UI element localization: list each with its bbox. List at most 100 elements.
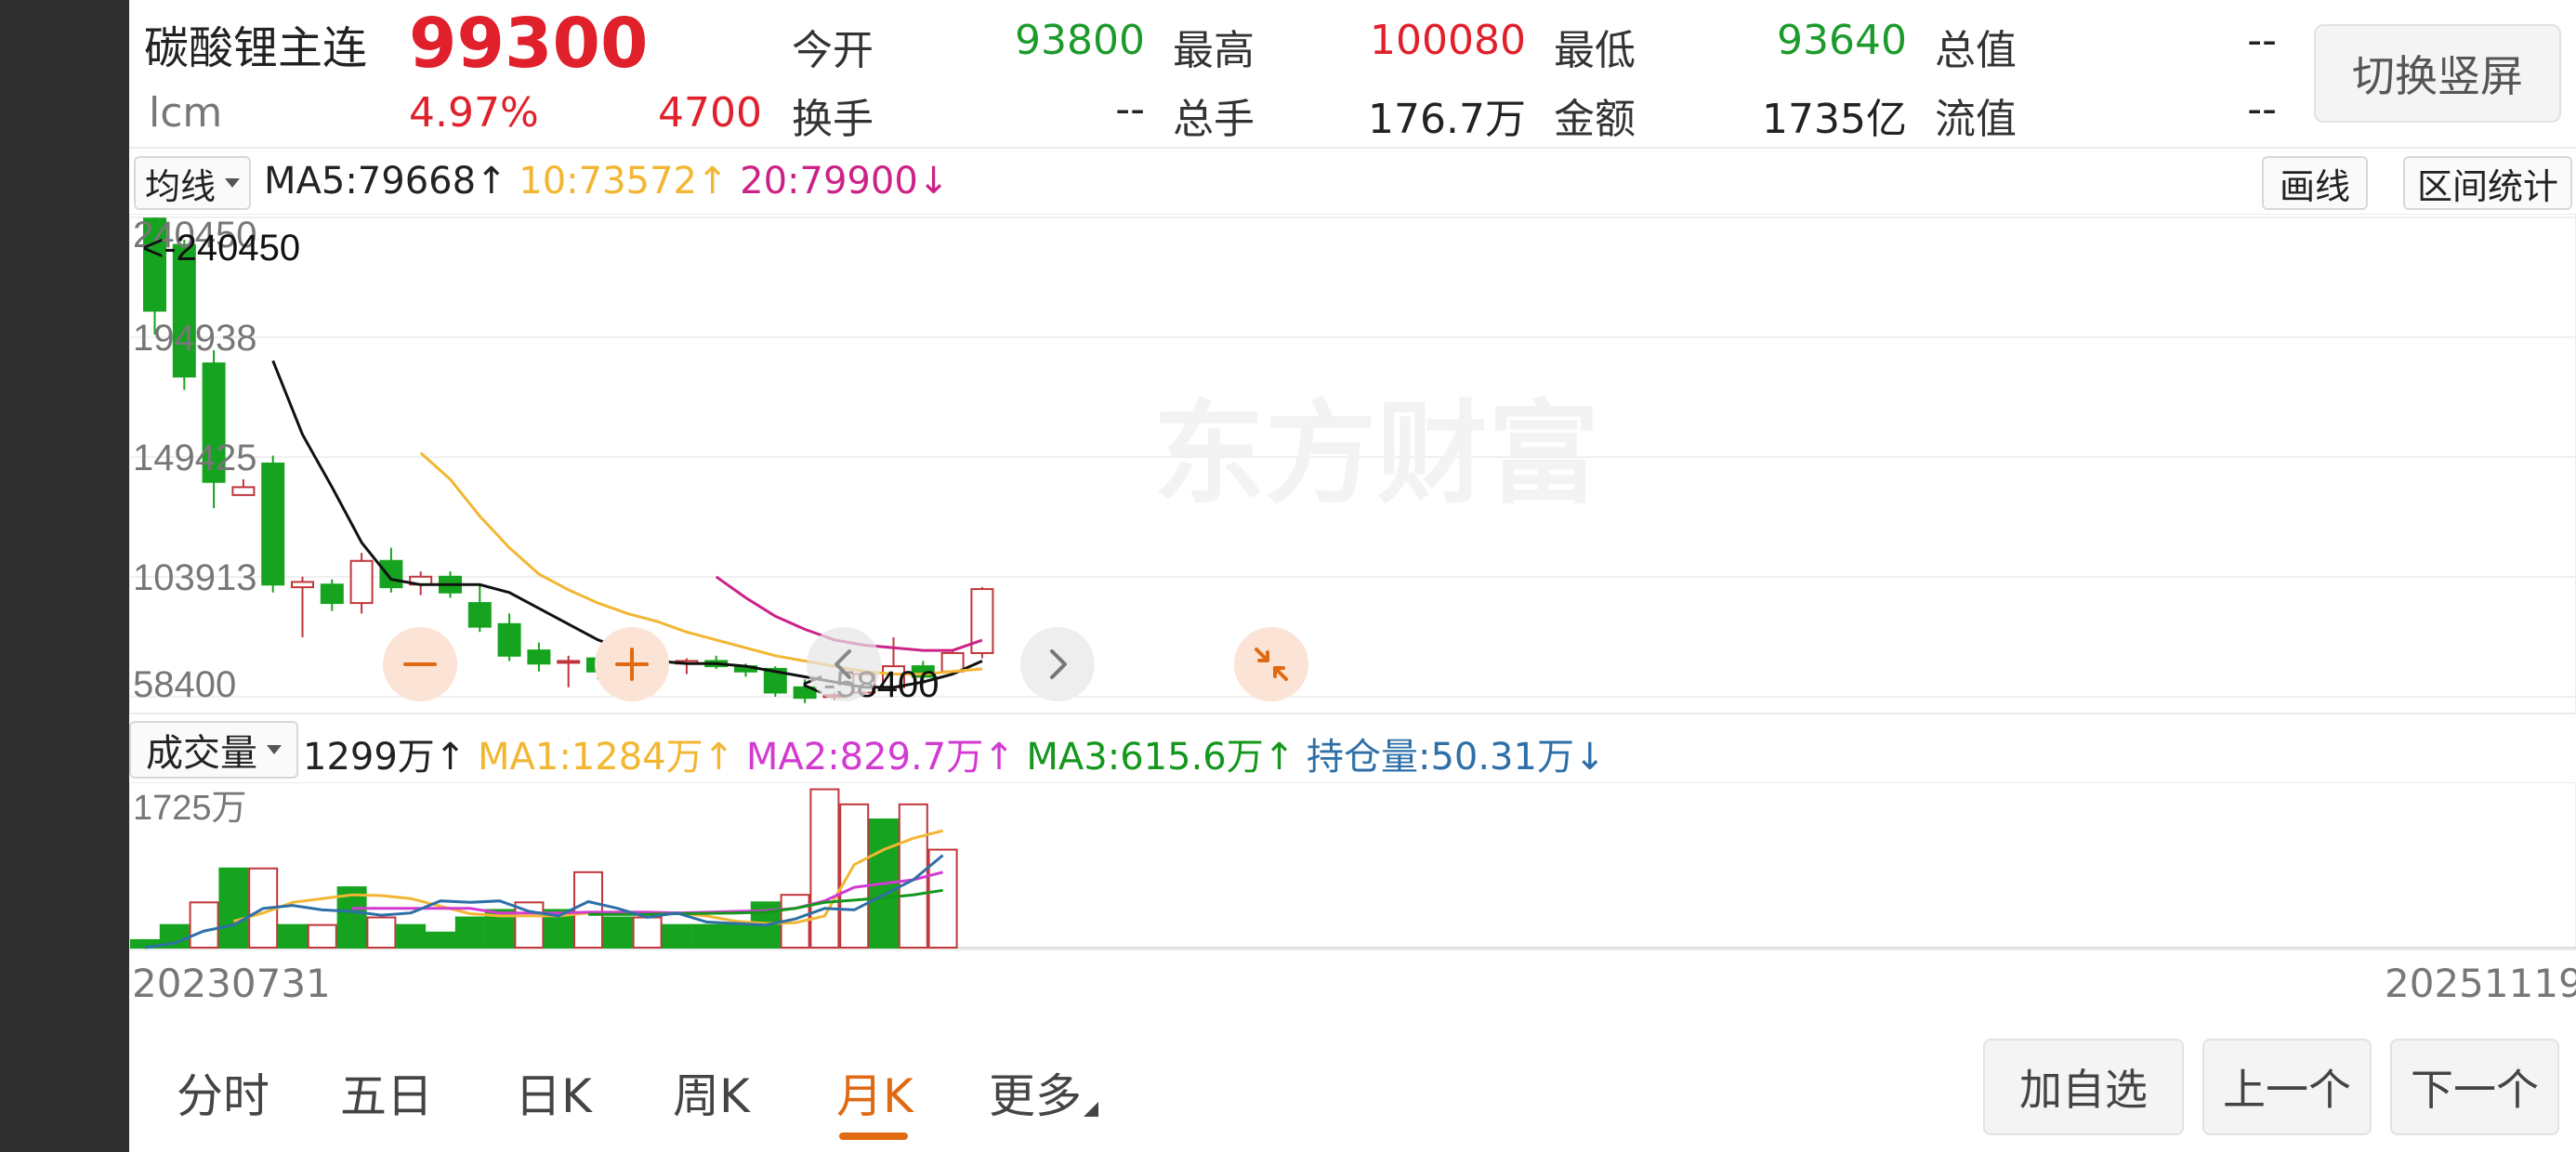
candle-body (467, 602, 492, 628)
change-amount: 4700 (658, 89, 762, 137)
volume-bar (691, 923, 722, 949)
total-value-value: -- (2247, 17, 2277, 64)
volume-bar (632, 916, 663, 949)
more-corner-icon (1084, 1102, 1098, 1117)
scroll-left-button[interactable] (807, 627, 881, 701)
total-value-label: 总值 (1935, 27, 2017, 74)
zoom-out-button[interactable] (383, 627, 457, 701)
candle-body (231, 486, 256, 496)
turnover-value: -- (1115, 85, 1145, 133)
candle-body (940, 651, 965, 673)
tab-daily-k[interactable]: 日K (515, 1059, 592, 1126)
contract-name: 碳酸锂主连 (144, 22, 368, 74)
ma10-arrow: ↑ (696, 160, 729, 203)
ma5-arrow: ↑ (476, 160, 507, 203)
vol-ma3-arrow: ↑ (1263, 736, 1295, 779)
volume-bar (662, 923, 692, 949)
ma-selector-label: 均线 (144, 165, 216, 207)
volume-bar (809, 788, 840, 949)
chevron-down-icon (267, 745, 282, 754)
chevron-right-icon (1050, 649, 1067, 679)
collapse-button[interactable] (1234, 627, 1308, 701)
left-edge-bar (0, 0, 129, 1152)
high-label: 最高 (1173, 27, 1255, 74)
float-value-value: -- (2247, 85, 2277, 133)
ma-selector[interactable]: 均线 (134, 156, 251, 210)
volume-selector[interactable]: 成交量 (129, 721, 298, 779)
y-axis-label: 194938 (133, 318, 256, 359)
ma10-value: 10:73572 (519, 160, 697, 203)
volume-bar (278, 923, 308, 949)
ma20-arrow: ↓ (917, 160, 950, 203)
volume-chart[interactable]: 1725万 (129, 782, 2576, 951)
y-axis-label: 149425 (133, 438, 256, 478)
vol-ma2: MA2:829.7万 (745, 736, 984, 779)
volume-bar (366, 916, 397, 949)
price-chart[interactable]: 东方财富24045019493814942510391358400<-24045… (129, 214, 2576, 715)
volume-y-label: 1725万 (133, 789, 247, 828)
volume-bar (573, 871, 603, 949)
volume-bar (396, 923, 427, 949)
zoom-in-button[interactable] (595, 627, 669, 701)
tab-weekly-k[interactable]: 周K (673, 1059, 750, 1126)
volume-value: 1299万 (303, 736, 435, 779)
y-axis-label: 103913 (133, 557, 256, 598)
draw-line-button[interactable]: 画线 (2262, 156, 2368, 210)
volume-bar (307, 923, 337, 949)
volume-legend: 1299万↑ MA1:1284万↑ MA2:829.7万↑ MA3:615.6万… (303, 727, 1605, 780)
last-price: 99300 (409, 4, 649, 84)
max-price-marker: <-240450 (142, 228, 300, 268)
plus-icon (615, 648, 649, 681)
vol-ma3: MA3:615.6万 (1026, 736, 1264, 779)
candle-body (497, 622, 521, 657)
header-divider (129, 147, 2576, 149)
chevron-left-icon (835, 649, 851, 679)
tab-intraday[interactable]: 分时 (177, 1059, 269, 1126)
volume-bar (602, 916, 633, 949)
contract-code: lcm (149, 89, 223, 137)
ma-legend: MA5:79668↑ 10:73572↑ 20:79900↓ (264, 160, 949, 203)
collapse-arrows-icon (1255, 648, 1288, 681)
tab-monthly-k[interactable]: 月K (836, 1059, 913, 1126)
float-value-label: 流值 (1935, 96, 2017, 143)
watermark: 东方财富 (1153, 392, 1599, 517)
add-watchlist-button[interactable]: 加自选 (1983, 1039, 2184, 1135)
minus-icon (403, 662, 437, 666)
next-button[interactable]: 下一个 (2390, 1039, 2559, 1135)
candle-body (320, 583, 344, 605)
total-hands-label: 总手 (1173, 96, 1255, 143)
low-value: 93640 (1777, 17, 1907, 64)
turnover-label: 换手 (792, 96, 874, 143)
scroll-right-button[interactable] (1020, 627, 1095, 701)
high-value: 100080 (1370, 17, 1526, 64)
candle-body (527, 649, 551, 665)
end-date: 20251119 (2385, 961, 2576, 1006)
previous-button[interactable]: 上一个 (2202, 1039, 2372, 1135)
change-percent: 4.97% (409, 89, 539, 137)
open-label: 今开 (792, 27, 874, 74)
volume-bar (721, 923, 751, 949)
volume-bar (189, 901, 219, 949)
ma20-value: 20:79900 (740, 160, 918, 203)
vol-ma2-arrow: ↑ (983, 736, 1015, 779)
candle-body (379, 559, 403, 589)
total-hands-value: 176.7万 (1368, 96, 1526, 143)
tab-more[interactable]: 更多 (989, 1059, 1082, 1126)
amount-value: 1735亿 (1762, 96, 1907, 143)
volume-arrow: ↑ (434, 736, 467, 779)
volume-bar (218, 867, 249, 949)
volume-bar (426, 931, 455, 949)
interval-stats-button[interactable]: 区间统计 (2403, 156, 2572, 210)
candle-body (261, 462, 285, 586)
vol-ma1: MA1:1284万 (478, 736, 703, 779)
active-tab-indicator (839, 1132, 908, 1140)
open-interest-arrow: ↓ (1573, 736, 1606, 779)
open-value: 93800 (1015, 17, 1145, 64)
candle-body (291, 581, 314, 589)
open-interest: 持仓量:50.31万 (1306, 736, 1574, 779)
start-date: 20230731 (132, 961, 331, 1006)
switch-portrait-button[interactable]: 切换竖屏 (2314, 24, 2561, 123)
y-axis-label: 58400 (133, 664, 236, 705)
candle-body (349, 559, 374, 605)
tab-five-day[interactable]: 五日 (340, 1059, 433, 1126)
